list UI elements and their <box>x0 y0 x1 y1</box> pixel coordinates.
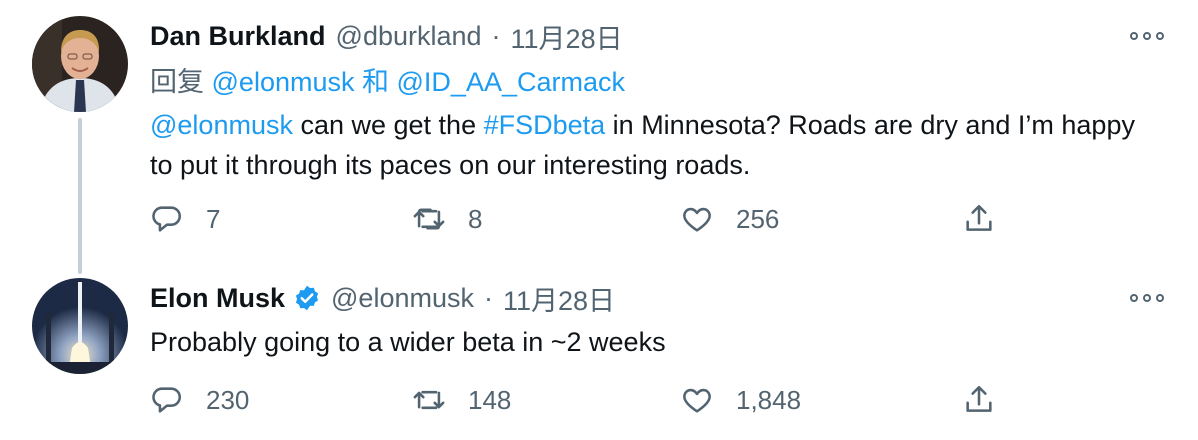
tweet-text-part: can we get the <box>292 110 484 140</box>
separator-dot: · <box>491 20 501 51</box>
tweet-text: Probably going to a wider beta in ~2 wee… <box>150 327 666 357</box>
hashtag-link[interactable]: #FSDbeta <box>484 110 606 140</box>
author-name[interactable]: Elon Musk <box>150 283 285 314</box>
reply-count: 7 <box>206 203 221 234</box>
reply-prefix: 回复 <box>150 67 204 97</box>
share-icon <box>966 385 992 412</box>
avatar[interactable] <box>32 278 128 374</box>
author-handle[interactable]: @dburkland <box>336 21 482 52</box>
like-button[interactable]: 256 <box>680 199 779 239</box>
tweet[interactable]: Dan Burkland @dburkland · 11月28日 回复 @elo… <box>0 0 1198 266</box>
reply-conjunction: 和 <box>362 67 389 97</box>
author-name[interactable]: Dan Burkland <box>150 21 326 52</box>
mention-link[interactable]: @elonmusk <box>150 110 293 140</box>
reply-mention-link[interactable]: @ID_AA_Carmack <box>397 67 625 97</box>
reply-mention-link[interactable]: @elonmusk <box>212 67 355 97</box>
retweet-icon <box>413 208 445 230</box>
like-count: 256 <box>736 203 780 234</box>
tweet-text: @elonmusk can we get the #FSDbeta in Min… <box>150 105 1160 185</box>
tweet-header: Dan Burkland @dburkland · 11月28日 <box>150 16 623 56</box>
retweet-count: 148 <box>468 384 512 415</box>
like-button[interactable]: 1,848 <box>680 380 801 420</box>
timestamp[interactable]: 11月28日 <box>503 279 615 318</box>
more-icon[interactable] <box>1130 30 1164 42</box>
reply-count: 230 <box>206 384 250 415</box>
timestamp[interactable]: 11月28日 <box>511 17 623 56</box>
avatar[interactable] <box>32 16 128 112</box>
retweet-icon <box>413 390 445 410</box>
more-icon[interactable] <box>1130 292 1164 304</box>
share-icon <box>966 204 992 231</box>
share-button[interactable] <box>962 380 996 420</box>
separator-dot: · <box>483 282 493 313</box>
retweet-count: 8 <box>468 203 483 234</box>
tweet-header: Elon Musk @elonmusk · 11月28日 <box>150 278 615 318</box>
reply-icon <box>152 387 181 413</box>
reply-context: 回复 @elonmusk 和 @ID_AA_Carmack <box>150 60 625 99</box>
like-count: 1,848 <box>736 384 802 415</box>
share-button[interactable] <box>962 199 996 239</box>
retweet-button[interactable]: 8 <box>412 199 482 239</box>
retweet-button[interactable]: 148 <box>412 380 511 420</box>
reply-button[interactable]: 230 <box>150 380 249 420</box>
like-icon <box>683 207 711 232</box>
like-icon <box>683 388 711 413</box>
verified-badge-icon <box>293 284 321 312</box>
author-handle[interactable]: @elonmusk <box>331 283 474 314</box>
action-bar: 230 148 1,848 <box>150 380 1010 420</box>
reply-icon <box>152 206 181 232</box>
action-bar: 7 8 256 <box>150 199 1010 239</box>
reply-button[interactable]: 7 <box>150 199 220 239</box>
tweet[interactable]: Elon Musk @elonmusk · 11月28日 Probably go… <box>0 266 1198 440</box>
